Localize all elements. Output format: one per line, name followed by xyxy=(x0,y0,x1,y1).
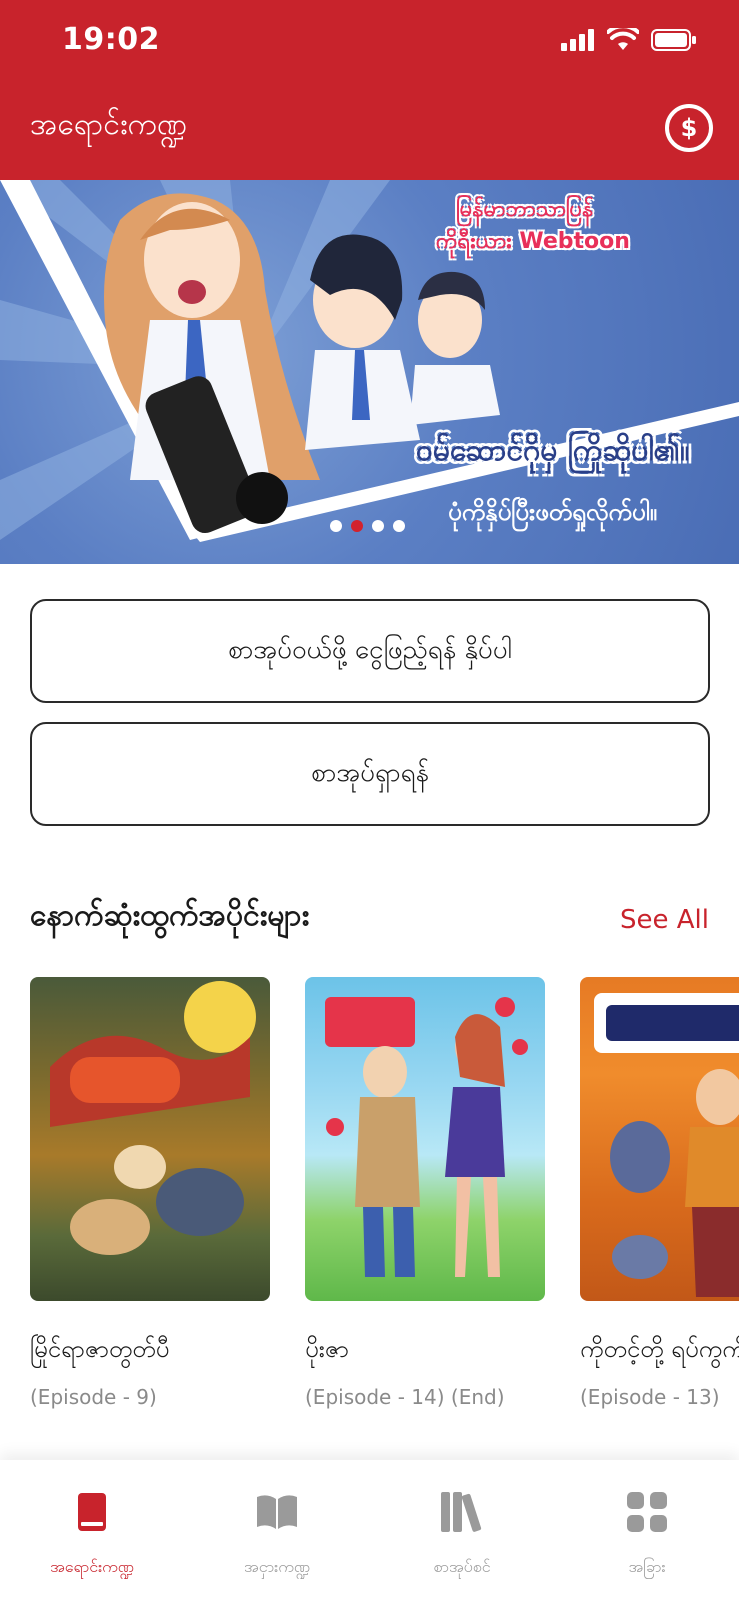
book-cover[interactable] xyxy=(305,977,545,1301)
page-title: အရောင်းကဏ္ဍ xyxy=(30,107,188,142)
book-episode: (Episode - 9) xyxy=(30,1385,157,1409)
carousel-dot[interactable] xyxy=(393,520,405,532)
book-cover[interactable] xyxy=(30,977,270,1301)
carousel-dot[interactable] xyxy=(372,520,384,532)
book-title: ပိုးဇာ xyxy=(305,1335,349,1363)
nav-item-other[interactable]: အခြား xyxy=(555,1460,739,1600)
book-card[interactable]: ပိုးဇာ (Episode - 14) (End) xyxy=(305,977,545,1409)
book-icon xyxy=(68,1488,116,1536)
nav-item-rental[interactable]: အငှားကဏ္ဍ xyxy=(185,1460,369,1600)
nav-label: စာအုပ်စင် xyxy=(433,1557,491,1576)
banner-tagline-1: မြန်မာဘာသာပြန် xyxy=(456,197,594,222)
cover-art xyxy=(594,993,739,1297)
buy-coins-button[interactable]: စာအုပ်ဝယ်ဖို့ ငွေဖြည့်ရန် နှိပ်ပါ xyxy=(30,599,710,703)
search-books-button[interactable]: စာအုပ်ရှာရန် xyxy=(30,722,710,826)
dollar-icon: $ xyxy=(680,114,698,142)
carousel-indicator xyxy=(330,520,405,532)
status-time: 19:02 xyxy=(62,22,160,57)
book-card[interactable]: ကိုတင့်တို့ ရပ်ကွက် (Episode - 13) xyxy=(580,977,739,1409)
status-icons xyxy=(561,28,697,52)
book-episode: (Episode - 14) (End) xyxy=(305,1385,505,1409)
wifi-icon xyxy=(607,28,639,50)
book-episode: (Episode - 13) xyxy=(580,1385,720,1409)
bookshelf-icon xyxy=(438,1488,486,1536)
book-title: ကိုတင့်တို့ ရပ်ကွက် xyxy=(580,1335,739,1363)
top-header: 19:02 အရောင်းကဏ္ဍ $ xyxy=(0,0,739,180)
banner-headline: ဝမ်ဆောင်ဂိုမှ ကြိုဆိုပါ၏။ xyxy=(416,433,690,468)
carousel-dot-active[interactable] xyxy=(351,520,363,532)
app-header: အရောင်းကဏ္ဍ $ xyxy=(0,84,739,180)
banner-carousel[interactable]: မြန်မာဘာသာပြန် ကိုရီးယား Webtoon ဝမ်ဆောင… xyxy=(0,180,739,564)
banner-subline: ပုံကိုနှိပ်ပြီးဖတ်ရှုလိုက်ပါ။ xyxy=(448,498,658,526)
signal-icon xyxy=(561,29,594,51)
battery-icon xyxy=(651,29,696,51)
nav-item-bookshelf[interactable]: စာအုပ်စင် xyxy=(370,1460,554,1600)
status-bar: 19:02 xyxy=(0,0,739,84)
cover-art xyxy=(325,997,528,1277)
banner-tagline-2: ကိုရီးယား Webtoon xyxy=(436,229,630,254)
nav-label: အရောင်းကဏ္ဍ xyxy=(50,1557,134,1576)
carousel-dot[interactable] xyxy=(330,520,342,532)
nav-item-sales[interactable]: အရောင်းကဏ္ဍ xyxy=(0,1460,184,1600)
book-title: မြိုင်ရာဇာတွတ်ပီ xyxy=(30,1335,170,1363)
book-list: မြိုင်ရာဇာတွတ်ပီ (Episode - 9) ပိုးဇာ (E xyxy=(30,977,739,1417)
nav-label: အငှားကဏ္ဍ xyxy=(244,1557,310,1576)
book-card[interactable]: မြိုင်ရာဇာတွတ်ပီ (Episode - 9) xyxy=(30,977,270,1409)
cover-art xyxy=(50,981,256,1255)
section-title-latest: နောက်ဆုံးထွက်အပိုင်းများ xyxy=(30,898,310,933)
grid-icon xyxy=(623,1488,671,1536)
bottom-nav: အရောင်းကဏ္ဍ အငှားကဏ္ဍ စာအုပ်စင် အခြား xyxy=(0,1460,739,1600)
see-all-link[interactable]: See All xyxy=(620,905,709,935)
coin-button[interactable]: $ xyxy=(665,104,713,152)
book-cover[interactable] xyxy=(580,977,739,1301)
open-book-icon xyxy=(253,1488,301,1536)
nav-label: အခြား xyxy=(628,1557,666,1576)
